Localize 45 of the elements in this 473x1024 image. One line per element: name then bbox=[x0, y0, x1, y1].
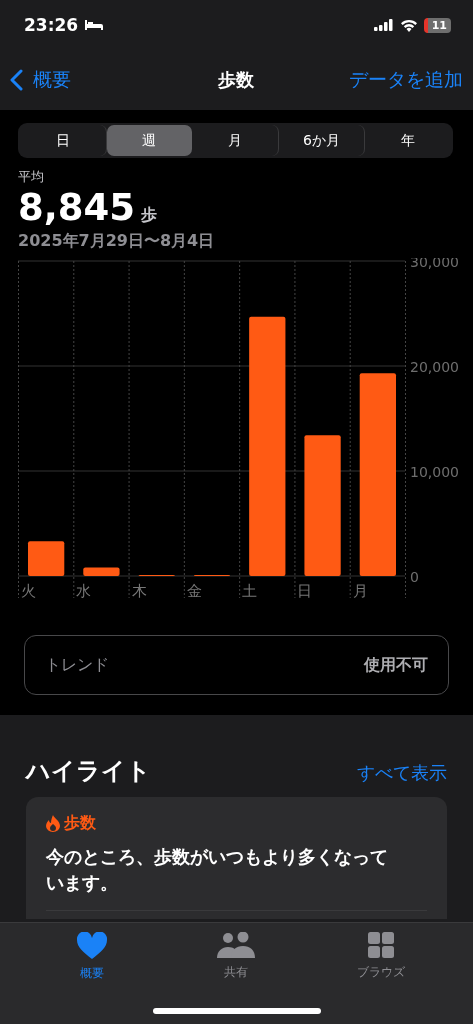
segment-tab[interactable]: 年 bbox=[365, 125, 451, 156]
axis-label: 20,000 bbox=[410, 359, 459, 375]
status-time: 23:26 bbox=[24, 15, 79, 35]
tab-bar-item[interactable]: 概要 bbox=[20, 931, 165, 983]
grid-icon bbox=[367, 932, 394, 958]
card-category: 歩数 bbox=[64, 813, 96, 834]
battery-indicator: 11 bbox=[423, 17, 451, 33]
average-value: 8,845 bbox=[18, 186, 136, 229]
bar bbox=[83, 567, 120, 576]
wifi-icon bbox=[399, 18, 418, 32]
day-label: 月 bbox=[352, 582, 368, 600]
trend-value: 使用不可 bbox=[364, 654, 428, 676]
day-label: 土 bbox=[242, 582, 258, 600]
day-label: 火 bbox=[21, 582, 36, 600]
back-button[interactable]: 概要 bbox=[10, 67, 71, 93]
flame-icon bbox=[46, 815, 60, 832]
segment-tab[interactable]: 月 bbox=[192, 125, 279, 156]
tab-bar-item[interactable]: 共有 bbox=[164, 931, 309, 983]
day-label: 水 bbox=[76, 582, 92, 600]
signal-icon bbox=[373, 19, 394, 31]
segment-tab[interactable]: 週 bbox=[106, 125, 193, 156]
trend-label: トレンド bbox=[45, 654, 109, 676]
day-label: 日 bbox=[297, 582, 313, 600]
bed-icon bbox=[84, 19, 105, 31]
people-icon bbox=[217, 932, 256, 958]
average-label: 平均 bbox=[18, 168, 45, 186]
tab-bar-item[interactable]: ブラウズ bbox=[308, 931, 453, 983]
add-data-button[interactable]: データを追加 bbox=[349, 67, 463, 93]
date-range: 2025年7月29日〜8月4日 bbox=[18, 231, 216, 252]
highlight-card[interactable]: 歩数 今のところ、歩数がいつもより多くなっています。 bbox=[26, 797, 447, 919]
chevron-left-icon bbox=[10, 69, 23, 91]
nav-title: 歩数 bbox=[217, 68, 255, 92]
axis-label: 10,000 bbox=[410, 464, 459, 480]
heart-icon bbox=[77, 932, 108, 959]
trend-card[interactable]: トレンド 使用不可 bbox=[24, 635, 449, 695]
unit-label: 歩 bbox=[141, 205, 158, 226]
axis-label: 0 bbox=[410, 569, 419, 585]
segment-tab[interactable]: 6か月 bbox=[278, 125, 366, 156]
segment-tab[interactable]: 日 bbox=[20, 125, 107, 156]
section-title: ハイライト bbox=[26, 756, 151, 787]
show-all-link[interactable]: すべて表示 bbox=[357, 761, 447, 785]
highlight-text: 今のところ、歩数がいつもより多くなっています。 bbox=[46, 845, 389, 896]
day-label: 木 bbox=[131, 582, 147, 600]
day-label: 金 bbox=[186, 582, 202, 600]
bar bbox=[28, 541, 65, 576]
